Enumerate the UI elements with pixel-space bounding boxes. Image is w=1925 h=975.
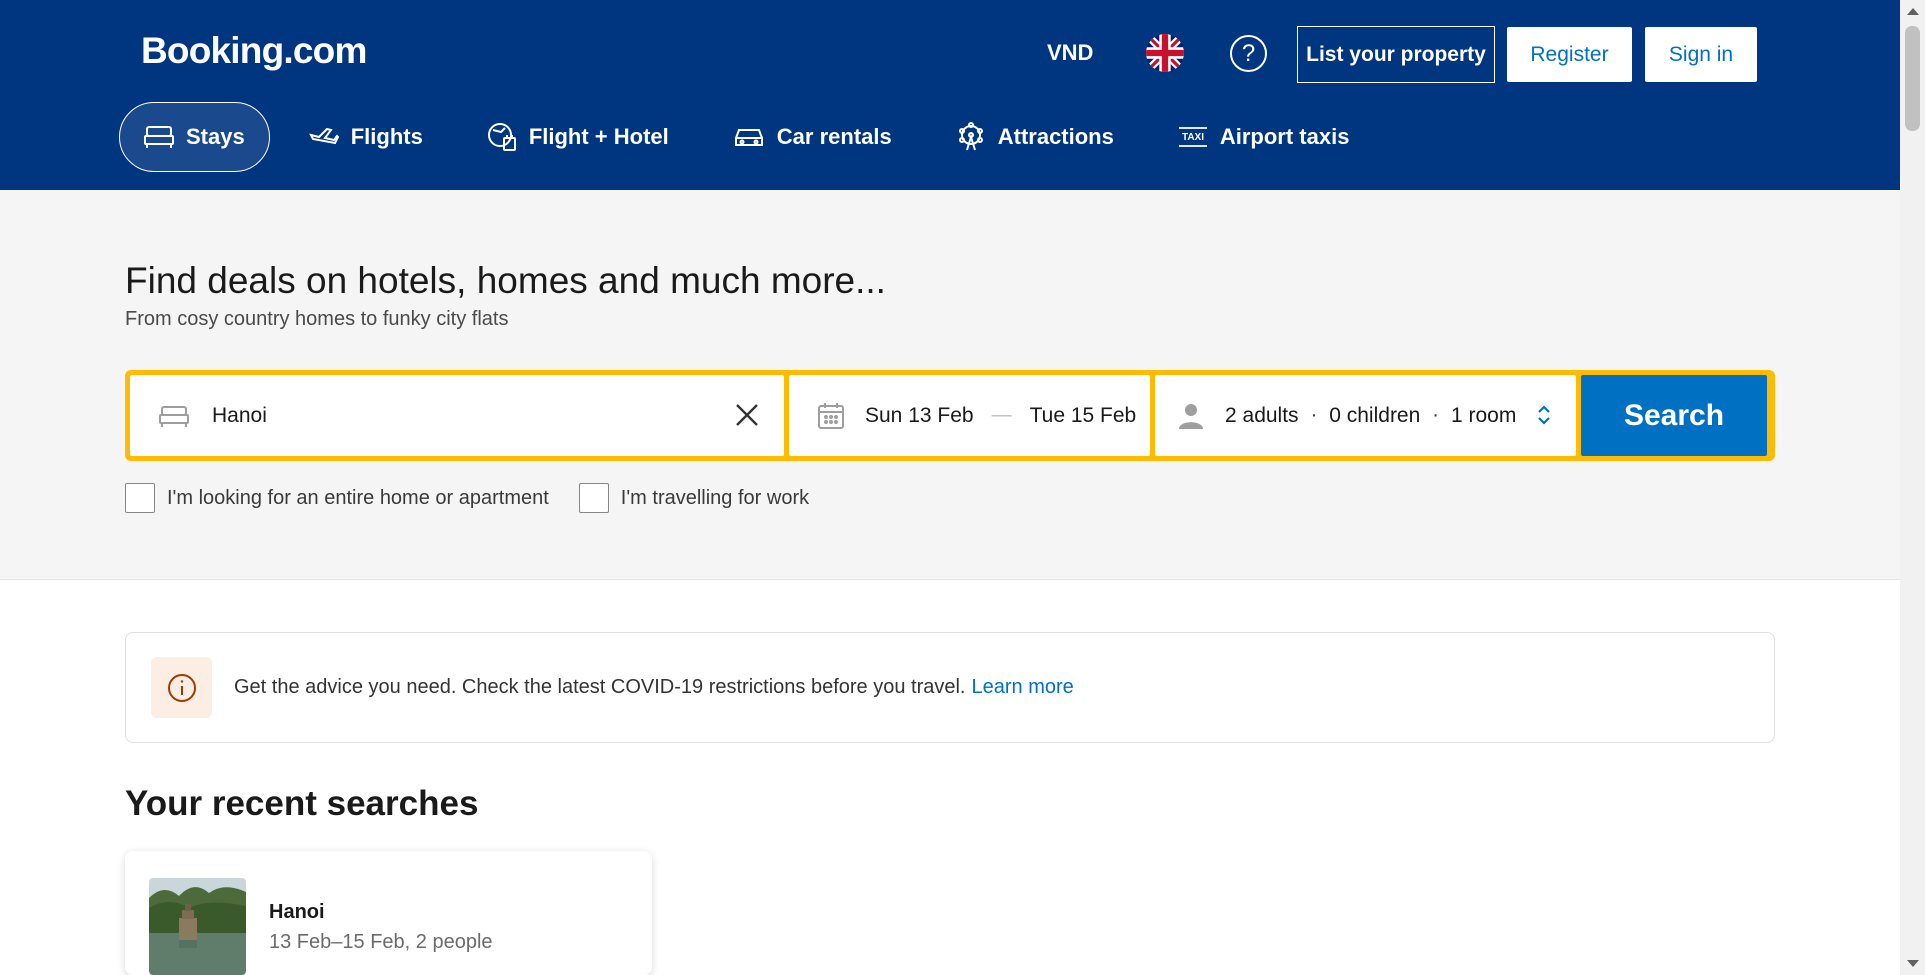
rooms-count: 1 room bbox=[1450, 403, 1517, 427]
recent-detail: 13 Feb–15 Feb, 2 people bbox=[269, 931, 493, 953]
checkin-date[interactable]: Sun 13 Feb bbox=[865, 404, 974, 428]
entire-home-option[interactable]: I'm looking for an entire home or apartm… bbox=[125, 483, 549, 513]
scrollbar-thumb[interactable] bbox=[1905, 26, 1920, 131]
product-nav: Stays Flights Flight + Hotel Car rentals… bbox=[119, 102, 1388, 172]
nav-label: Airport taxis bbox=[1219, 124, 1350, 149]
car-icon bbox=[734, 129, 763, 146]
separator-dot: · bbox=[1310, 404, 1318, 426]
list-property-button[interactable]: List your property bbox=[1297, 26, 1495, 83]
recent-searches-title: Your recent searches bbox=[125, 784, 479, 823]
svg-text:TAXI: TAXI bbox=[1182, 132, 1204, 143]
entire-home-checkbox[interactable] bbox=[125, 483, 155, 513]
calendar-icon bbox=[818, 402, 844, 429]
nav-tab-airport-taxis[interactable]: TAXI Airport taxis bbox=[1153, 102, 1375, 172]
destination-field[interactable]: Hanoi bbox=[130, 375, 784, 456]
children-count: 0 children bbox=[1329, 403, 1421, 427]
nav-label: Flights bbox=[350, 124, 423, 149]
guests-field[interactable]: 2 adults · 0 children · 1 room bbox=[1155, 375, 1576, 456]
work-travel-option[interactable]: I'm travelling for work bbox=[578, 483, 809, 513]
chevron-updown-icon[interactable] bbox=[1536, 403, 1552, 427]
search-options: I'm looking for an entire home or apartm… bbox=[125, 483, 839, 513]
search-bar: Hanoi Sun 13 Feb — Tue 15 Feb 2 adults ·… bbox=[125, 370, 1775, 461]
hero-section: Find deals on hotels, homes and much mor… bbox=[0, 190, 1900, 580]
date-field[interactable]: Sun 13 Feb — Tue 15 Feb bbox=[789, 375, 1150, 456]
hero-title: Find deals on hotels, homes and much mor… bbox=[125, 260, 886, 301]
info-icon bbox=[151, 657, 212, 718]
bed-icon bbox=[159, 405, 189, 427]
ferris-wheel-icon bbox=[958, 122, 983, 151]
recent-city: Hanoi bbox=[269, 901, 325, 923]
logo[interactable]: Booking.com bbox=[141, 30, 367, 72]
nav-tab-flight-hotel[interactable]: Flight + Hotel bbox=[462, 102, 694, 172]
adults-count: 2 adults bbox=[1225, 403, 1299, 427]
nav-label: Car rentals bbox=[776, 124, 892, 149]
scroll-down-icon[interactable] bbox=[1907, 960, 1919, 967]
person-icon bbox=[1179, 403, 1203, 429]
separator-dot: · bbox=[1432, 404, 1439, 426]
city-thumbnail bbox=[149, 878, 246, 975]
nav-tab-attractions[interactable]: Attractions bbox=[931, 102, 1139, 172]
clear-icon[interactable] bbox=[734, 402, 760, 428]
nav-label: Stays bbox=[186, 124, 245, 149]
flight-hotel-icon bbox=[487, 123, 516, 151]
plane-icon bbox=[308, 127, 339, 145]
search-button[interactable]: Search bbox=[1581, 375, 1767, 456]
register-button[interactable]: Register bbox=[1507, 27, 1632, 82]
nav-label: Attractions bbox=[997, 124, 1114, 149]
page-scrollbar[interactable] bbox=[1900, 0, 1925, 975]
destination-input[interactable]: Hanoi bbox=[212, 404, 267, 428]
checkout-date[interactable]: Tue 15 Feb bbox=[1030, 404, 1137, 428]
work-travel-checkbox[interactable] bbox=[578, 483, 609, 513]
date-separator: — bbox=[991, 404, 1012, 426]
nav-tab-stays[interactable]: Stays bbox=[119, 102, 270, 172]
entire-home-label[interactable]: I'm looking for an entire home or apartm… bbox=[167, 487, 549, 510]
site-header: Booking.com VND ? List your property Reg… bbox=[0, 0, 1900, 190]
sign-in-button[interactable]: Sign in bbox=[1645, 27, 1757, 82]
nav-label: Flight + Hotel bbox=[528, 124, 669, 149]
banner-text: Get the advice you need. Check the lates… bbox=[234, 676, 966, 698]
recent-search-card[interactable]: Hanoi 13 Feb–15 Feb, 2 people bbox=[125, 851, 652, 975]
hero-subtitle: From cosy country homes to funky city fl… bbox=[125, 308, 509, 330]
covid-banner: Get the advice you need. Check the lates… bbox=[125, 632, 1775, 743]
scroll-up-icon[interactable] bbox=[1907, 8, 1919, 15]
language-flag-icon[interactable] bbox=[1146, 34, 1184, 72]
taxi-icon: TAXI bbox=[1178, 127, 1207, 147]
help-icon[interactable]: ? bbox=[1230, 35, 1267, 72]
nav-tab-car-rentals[interactable]: Car rentals bbox=[708, 102, 917, 172]
learn-more-link[interactable]: Learn more bbox=[971, 676, 1073, 699]
currency-selector[interactable]: VND bbox=[1047, 40, 1093, 66]
work-travel-label[interactable]: I'm travelling for work bbox=[621, 487, 809, 510]
nav-tab-flights[interactable]: Flights bbox=[284, 102, 448, 172]
bed-icon bbox=[144, 126, 174, 148]
